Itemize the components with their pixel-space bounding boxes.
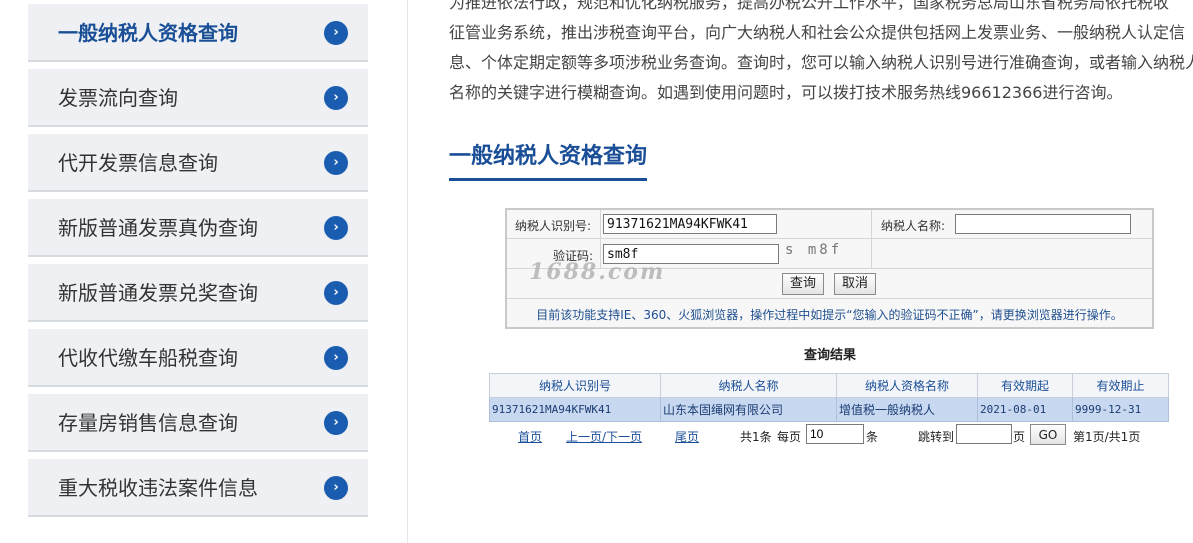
sidebar-item-label: 重大税收违法案件信息 — [58, 476, 258, 500]
page-title: 一般纳税人资格查询 — [449, 138, 648, 181]
sidebar-item-label: 代收代缴车船税查询 — [58, 346, 238, 370]
sidebar-item-label: 新版普通发票兑奖查询 — [58, 281, 258, 305]
sidebar-item-invoice-lottery-query[interactable]: 新版普通发票兑奖查询 › — [28, 264, 368, 322]
go-button[interactable]: GO — [1030, 424, 1066, 445]
cell-taxpayer-name: 山东本固绳网有限公司 — [660, 397, 837, 422]
query-button[interactable]: 查询 — [782, 273, 824, 295]
prev-next-page-link[interactable]: 上一页/下一页 — [566, 428, 642, 445]
first-page-link[interactable]: 首页 — [518, 428, 542, 445]
chevron-right-icon: › — [324, 411, 348, 435]
chevron-right-icon: › — [324, 21, 348, 45]
results-table: 纳税人识别号 纳税人名称 纳税人资格名称 有效期起 有效期止 91371621M… — [489, 373, 1169, 422]
browser-notice: 目前该功能支持IE、360、火狐浏览器，操作过程中如提示“您输入的验证码不正确”… — [536, 308, 1123, 322]
chevron-right-icon: › — [324, 86, 348, 110]
taxpayer-id-input[interactable] — [603, 214, 777, 234]
watermark: 1688.com — [529, 259, 666, 285]
intro-line: 息、个体定期定额等多项涉税业务查询。查询时，您可以输入纳税人识别号进行准确查询，… — [449, 53, 1193, 72]
intro-text: 为推进依法行政，规范和优化纳税服务，提高办税公开工作水平，国家税务总局山东省税务… — [449, 0, 1193, 108]
taxpayer-name-input[interactable] — [955, 214, 1131, 234]
chevron-right-icon: › — [324, 151, 348, 175]
sidebar-item-label: 新版普通发票真伪查询 — [58, 216, 258, 240]
total-count: 共1条 — [740, 430, 772, 444]
taxpayer-name-label: 纳税人名称: — [881, 219, 946, 233]
sidebar-item-vehicle-tax-query[interactable]: 代收代缴车船税查询 › — [28, 329, 368, 387]
table-row[interactable]: 91371621MA94KFWK41 山东本固绳网有限公司 增值税一般纳税人 2… — [489, 397, 1169, 422]
sidebar-item-invoice-authenticity-query[interactable]: 新版普通发票真伪查询 › — [28, 199, 368, 257]
intro-line: 征管业务系统，推出涉税查询平台，向广大纳税人和社会公众提供包括网上发票业务、一般… — [449, 23, 1186, 42]
chevron-right-icon: › — [324, 476, 348, 500]
cell-valid-from: 2021-08-01 — [977, 397, 1073, 422]
sidebar-item-label: 发票流向查询 — [58, 86, 178, 110]
jump-page-input[interactable] — [956, 424, 1012, 444]
chevron-right-icon: › — [324, 216, 348, 240]
cell-taxpayer-id: 91371621MA94KFWK41 — [489, 397, 661, 422]
sidebar-item-housing-sales-query[interactable]: 存量房销售信息查询 › — [28, 394, 368, 452]
taxpayer-id-label: 纳税人识别号: — [515, 219, 592, 233]
cell-valid-to: 9999-12-31 — [1072, 397, 1169, 422]
intro-line: 为推进依法行政，规范和优化纳税服务，提高办税公开工作水平，国家税务总局山东省税务… — [449, 0, 1170, 12]
sidebar-item-general-taxpayer-query[interactable]: 一般纳税人资格查询 › — [28, 4, 368, 62]
page-info: 第1页/共1页 — [1073, 430, 1141, 444]
sidebar-item-invoice-flow-query[interactable]: 发票流向查询 › — [28, 69, 368, 127]
captcha-image[interactable]: s m8f — [785, 242, 849, 258]
jump-label: 跳转到 — [918, 430, 955, 444]
sidebar-item-label: 代开发票信息查询 — [58, 151, 218, 175]
sidebar-item-label: 存量房销售信息查询 — [58, 411, 238, 435]
table-header-row: 纳税人识别号 纳税人名称 纳税人资格名称 有效期起 有效期止 — [489, 373, 1169, 398]
pagination: 首页 上一页/下一页 尾页 共1条 每页 条 跳转到 页 GO 第1页/共1页 — [489, 423, 1169, 447]
cell-qualification: 增值税一般纳税人 — [836, 397, 978, 422]
column-header: 纳税人识别号 — [489, 373, 661, 398]
column-header: 纳税人名称 — [660, 373, 837, 398]
intro-line: 名称的关键字进行模糊查询。如遇到使用问题时，可以拨打技术服务热线96612366… — [449, 83, 1123, 102]
form-divider — [871, 210, 872, 268]
form-divider — [507, 238, 1152, 239]
results-title: 查询结果 — [803, 348, 856, 363]
cancel-button[interactable]: 取消 — [834, 273, 876, 295]
sidebar-nav: 一般纳税人资格查询 › 发票流向查询 › 代开发票信息查询 › 新版普通发票真伪… — [0, 0, 408, 543]
column-header: 纳税人资格名称 — [836, 373, 978, 398]
per-page-unit: 条 — [866, 430, 879, 444]
sidebar-item-label: 一般纳税人资格查询 — [58, 21, 238, 45]
per-page-input[interactable] — [806, 424, 864, 444]
column-header: 有效期起 — [977, 373, 1073, 398]
chevron-right-icon: › — [324, 346, 348, 370]
per-page-label: 每页 — [777, 430, 802, 444]
sidebar-item-issued-invoice-query[interactable]: 代开发票信息查询 › — [28, 134, 368, 192]
column-header: 有效期止 — [1072, 373, 1169, 398]
sidebar-item-tax-violation-cases[interactable]: 重大税收违法案件信息 › — [28, 459, 368, 517]
chevron-right-icon: › — [324, 281, 348, 305]
form-divider — [507, 298, 1152, 299]
last-page-link[interactable]: 尾页 — [675, 428, 699, 445]
jump-unit: 页 — [1013, 430, 1026, 444]
